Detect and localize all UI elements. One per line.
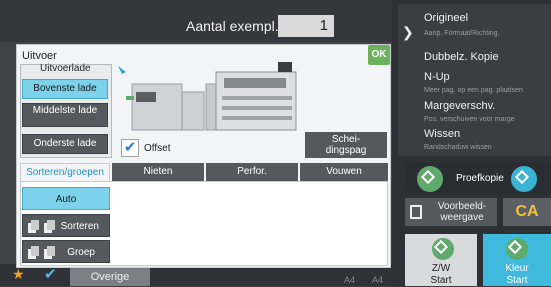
bw-start-label: Z/W Start <box>430 263 452 286</box>
diamond-icon <box>420 169 436 185</box>
tray-middle-button[interactable]: Middelste lade <box>22 103 108 127</box>
preview-label: Voorbeeld- weergave <box>437 201 487 223</box>
offset-checkbox[interactable]: ✔ <box>121 139 139 157</box>
star-icon[interactable]: ★ <box>12 266 25 283</box>
separator-page-button[interactable]: Schei- dingspag <box>305 132 387 158</box>
diamond-icon <box>514 169 530 185</box>
tray-bottom-button[interactable]: Onderste lade <box>22 134 108 154</box>
bw-start-circle <box>432 238 454 260</box>
function-erase-sub: Randschaduw wissen <box>424 144 492 151</box>
tab-punch[interactable]: Perfor. <box>206 163 298 181</box>
function-margin-sub: Pos. verschuiven voor marge <box>424 116 515 123</box>
tray-top-button[interactable]: Bovenste lade <box>22 79 108 99</box>
proof-copy-label: Proefkopie <box>456 173 504 184</box>
preview-icon <box>410 205 422 219</box>
function-duplex[interactable]: Dubbelz. Kopie <box>424 51 499 63</box>
dialog-title: Uitvoer <box>22 50 57 62</box>
output-tray-label: Uitvoerlade <box>40 63 91 74</box>
tab-fold[interactable]: Vouwen <box>300 163 388 181</box>
paper-size-label: A4 <box>344 275 356 285</box>
paper-size-label: A4 <box>372 275 384 285</box>
color-start-circle <box>506 238 528 260</box>
clear-all-button[interactable]: CA <box>503 198 551 226</box>
sort-auto-button[interactable]: Auto <box>22 187 110 210</box>
function-margin[interactable]: Margeverschv. <box>424 100 495 112</box>
stack-icon <box>28 220 55 233</box>
function-original[interactable]: Origineel <box>424 12 468 24</box>
proof-right-circle <box>511 166 537 192</box>
proof-left-circle <box>417 166 443 192</box>
machine-illustration <box>118 62 297 131</box>
function-nup[interactable]: N-Up <box>424 71 450 83</box>
tab-staple[interactable]: Nieten <box>112 163 204 181</box>
ok-button[interactable]: OK <box>368 45 390 65</box>
color-start-label: Kleur Start <box>505 263 529 286</box>
other-button[interactable]: Overige <box>70 268 150 286</box>
offset-label: Offset <box>144 143 171 154</box>
function-original-sub: Aanp. Formaat/Richting. <box>424 30 500 37</box>
arrow-icon <box>118 66 126 74</box>
diamond-icon <box>433 239 449 255</box>
diamond-icon <box>507 239 523 255</box>
copies-label: Aantal exempl. <box>186 18 279 34</box>
function-list <box>398 4 551 156</box>
tab-sort-group[interactable]: Sorteren/groepen <box>20 163 110 181</box>
chevron-right-icon[interactable]: ❯ <box>402 24 414 41</box>
copies-input[interactable]: 1 <box>278 15 334 37</box>
function-erase[interactable]: Wissen <box>424 128 460 140</box>
stack-icon <box>28 246 55 259</box>
function-nup-sub: Meer pag. op een pag. plaatsen <box>424 87 523 94</box>
